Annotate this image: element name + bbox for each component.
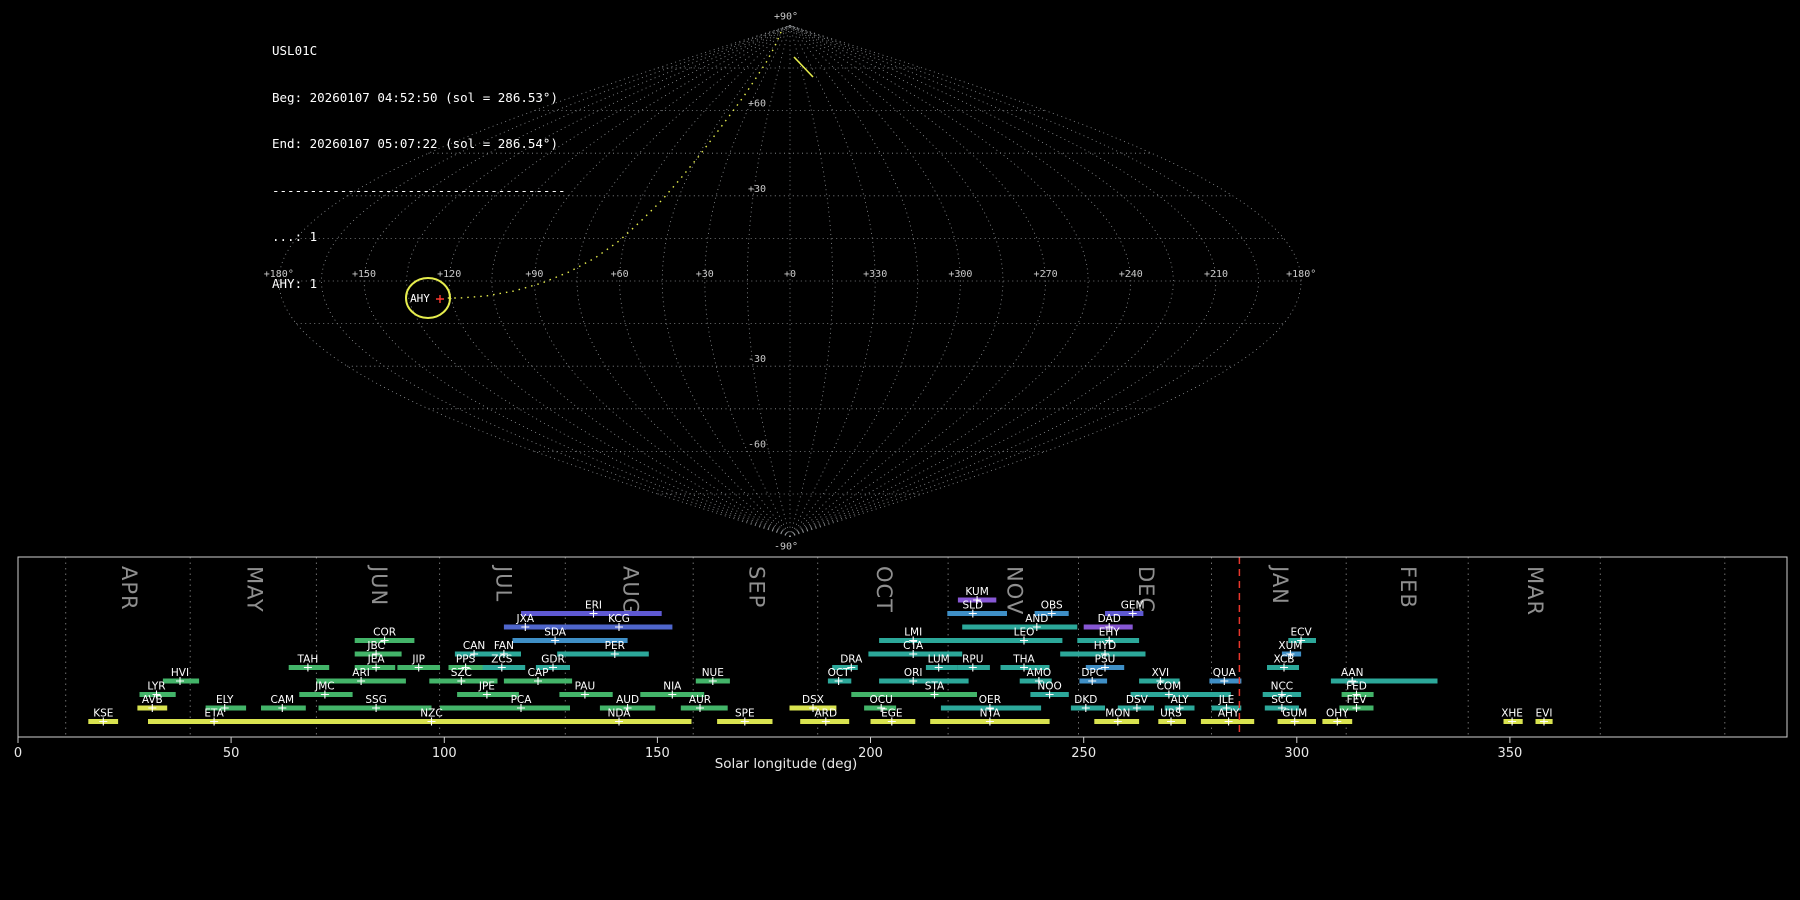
month-label: MAY [242,566,266,613]
map-longitude-label: +240 [1119,269,1143,280]
month-label: APR [117,566,141,611]
month-label: NOV [1002,566,1026,615]
map-longitude-label: +330 [863,269,887,280]
month-label: JUN [367,564,391,606]
meteor-station-summary: USL01C Beg: 20260107 04:52:50 (sol = 286… [0,0,1800,900]
count-ahy: AHY: 1 [272,275,318,291]
shower-activity-chart: Solar longitude (deg) APR MAY JUN JUL AUG SEP… [14,556,1788,772]
observation-begin: Beg: 20260107 04:52:50 (sol = 286.53°) [272,89,558,105]
shower-bar-SLD [947,611,1007,616]
grid-meridian [661,25,791,537]
shower-bar-LMI [879,638,975,643]
shower-bar-ETA [148,719,323,724]
radiant-sky-map: +180° +150 +120 +90 +60 +30 +0 +330 +300 +270 +240… [264,11,1317,550]
x-tick-label: 0 [14,746,22,761]
grid-meridian [789,25,1004,537]
map-latitude-label: +60 [748,99,766,110]
meteor-trail [793,56,814,78]
observation-info: USL01C Beg: 20260107 04:52:50 (sol = 286… [272,12,566,322]
map-latitude-label: -90° [774,542,798,550]
month-label: MAR [1523,566,1547,616]
map-longitude-label: +60 [611,269,629,280]
x-tick-label: 150 [645,746,670,761]
station-id: USL01C [272,43,318,58]
map-latitude-label: -30 [748,354,766,365]
shower-bar-PER [557,651,649,657]
month-label: JUL [492,564,516,602]
month-label: AUG [618,566,642,615]
grid-meridian [789,25,919,537]
month-label: FEB [1396,566,1420,609]
count-unclassified: ...: 1 [272,229,318,244]
grid-meridian [789,25,961,537]
map-longitude-label: +270 [1034,269,1058,280]
x-tick-label: 100 [432,746,457,761]
map-longitude-label: +30 [696,269,714,280]
x-tick-label: 50 [223,746,240,761]
map-longitude-label: +0 [784,269,796,280]
x-axis-title: Solar longitude (deg) [715,756,858,772]
map-longitude-label: +180° [1286,269,1316,280]
shower-bar-PCA [440,705,570,711]
map-longitude-label: +210 [1204,269,1228,280]
map-latitude-label: +90° [774,11,798,22]
x-tick-label: 350 [1497,746,1522,761]
shower-bar-LEO [975,638,1063,643]
month-label: JAN [1268,564,1292,605]
x-tick-label: 250 [1071,746,1096,761]
map-longitude-label: +300 [948,269,972,280]
month-label: SEP [744,566,768,608]
month-label: OCT [872,566,896,613]
info-separator: --------------------------------------- [272,182,566,198]
observation-end: End: 20260107 05:07:22 (sol = 286.54°) [272,136,558,151]
map-latitude-label: -60 [748,439,766,450]
x-tick-label: 300 [1284,746,1309,761]
x-tick-label: 200 [858,746,883,761]
shower-bar-NZC [318,719,558,724]
grid-meridian [789,25,1089,537]
shower-bar-AUR [680,705,728,711]
map-latitude-label: +30 [748,184,766,195]
